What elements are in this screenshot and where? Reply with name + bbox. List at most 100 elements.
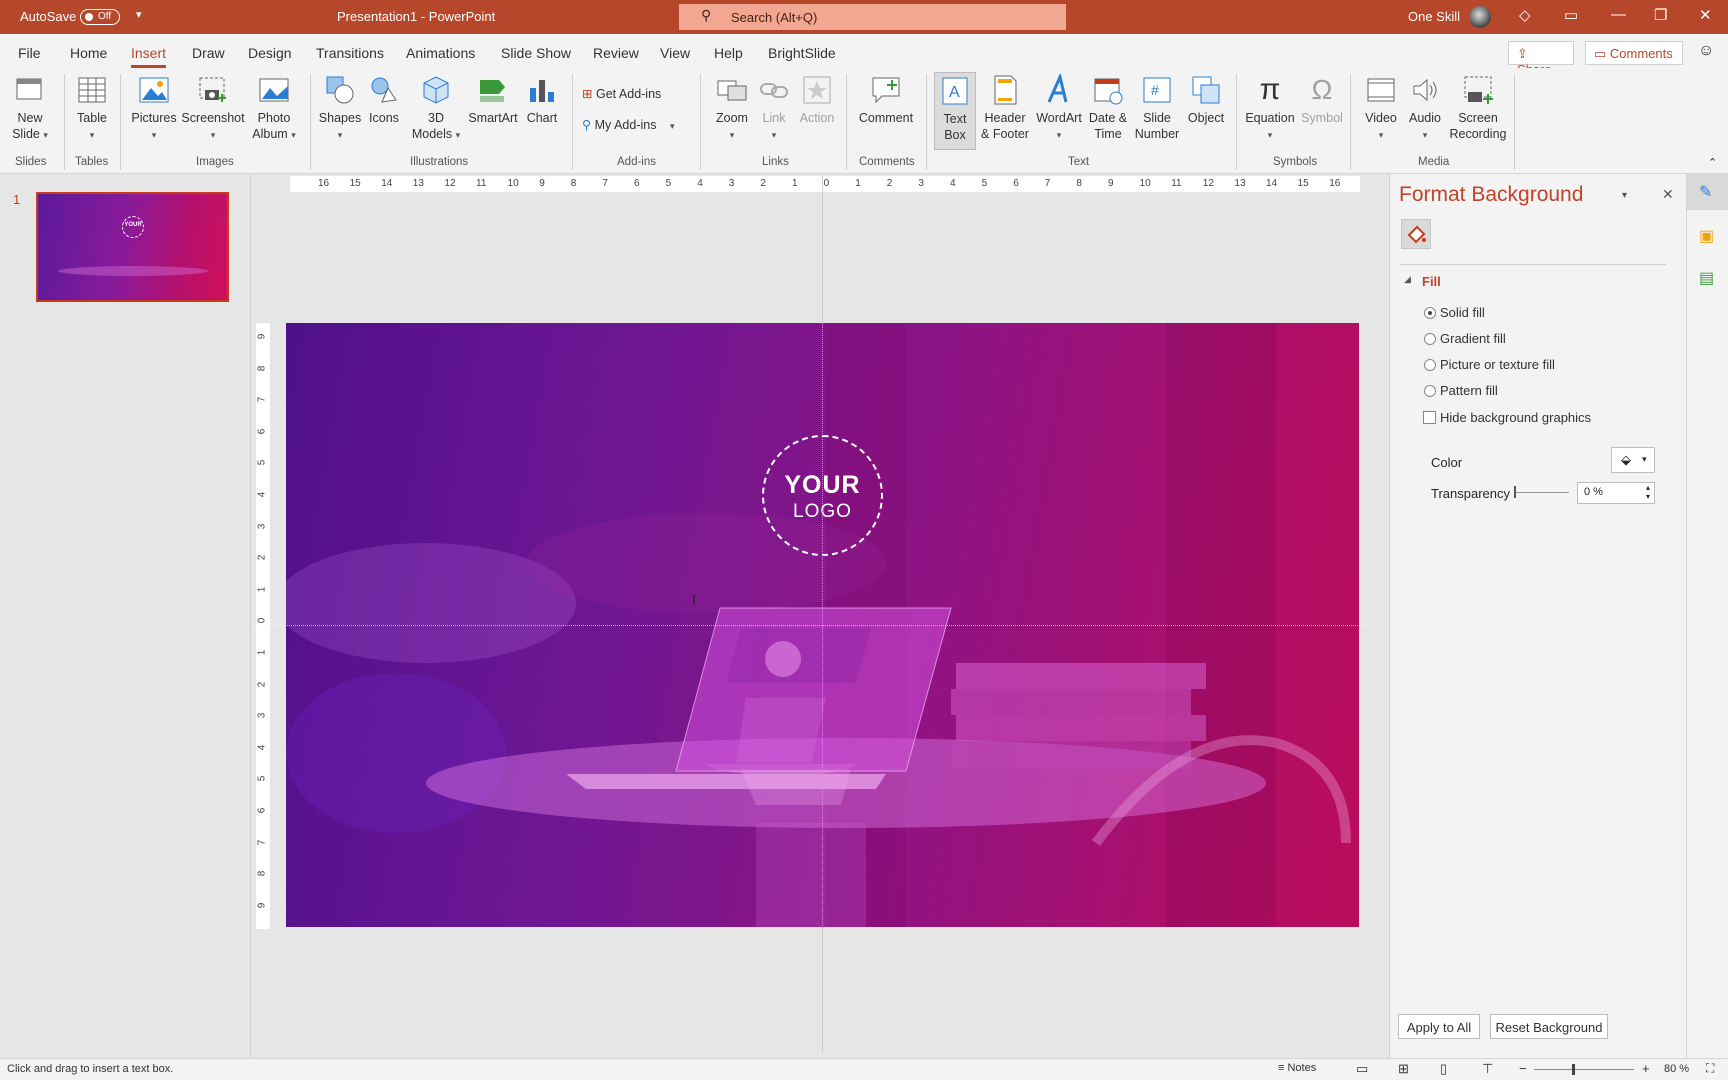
get-addins-button[interactable]: ⊞ Get Add-ins [582,86,661,101]
collapse-ribbon-icon[interactable]: ⌃ [1708,156,1717,169]
my-addins-button[interactable]: ⚲ My Add-ins ▾ [582,117,675,132]
header-footer-button[interactable]: Header & Footer [978,74,1032,142]
notes-button[interactable]: ≡ Notes [1278,1062,1316,1074]
tab-view[interactable]: View [660,45,690,61]
shapes-button[interactable]: Shapes ▾ [318,74,362,143]
horizontal-ruler[interactable]: 16 15 14 13 12 11 10 9 8 7 6 5 4 3 2 1 0 1 2 3 4 5 6 7 8 9 10 11 12 1… [290,176,1360,192]
user-name[interactable]: One Skill [1408,9,1460,24]
ruler-tick-label: 6 [1013,178,1019,189]
fill-line-icon[interactable] [1401,219,1431,249]
screen-recording-button[interactable]: Screen Recording [1448,74,1508,142]
smartart-button[interactable]: SmartArt [466,74,520,126]
audio-button[interactable]: Audio ▾ [1404,74,1446,143]
picture-fill-label[interactable]: Picture or texture fill [1440,357,1555,372]
avatar[interactable] [1469,6,1491,28]
equation-button[interactable]: π Equation ▾ [1242,74,1298,143]
tab-design[interactable]: Design [248,45,292,61]
search-box[interactable]: ⚲ Search (Alt+Q) [679,4,1066,30]
zoom-slider[interactable] [1534,1069,1634,1070]
tab-file[interactable]: File [18,45,41,61]
animation-pane-icon[interactable]: ▤ [1699,268,1714,288]
new-slide-button[interactable]: New Slide ▾ [10,74,50,143]
share-button[interactable]: ⇪ Share [1508,41,1574,77]
photo-album-button[interactable]: Photo Album ▾ [252,74,296,143]
tab-slide-show[interactable]: Slide Show [501,45,571,61]
slide-thumbnail[interactable]: YOUR [36,192,229,302]
vertical-guide[interactable] [822,176,823,1052]
symbol-button[interactable]: Ω Symbol [1300,74,1344,126]
restore-icon[interactable]: ❐ [1654,6,1667,24]
date-time-button[interactable]: Date & Time [1086,74,1130,142]
close-icon[interactable]: ✕ [1699,6,1712,24]
ribbon-display-icon[interactable]: ▭ [1564,6,1578,24]
tab-brightslide[interactable]: BrightSlide [768,45,836,61]
comments-button[interactable]: ▭ Comments [1585,41,1683,65]
link-button[interactable]: Link ▾ [756,74,792,143]
normal-view-icon[interactable]: ▭ [1356,1061,1368,1077]
action-button[interactable]: Action [796,74,838,126]
table-button[interactable]: Table ▾ [72,74,112,143]
spinner-icon[interactable]: ▴ ▾ [1646,483,1650,501]
zoom-slider-thumb[interactable] [1572,1064,1575,1075]
tab-draw[interactable]: Draw [192,45,225,61]
smiley-icon[interactable]: ☺ [1698,42,1714,60]
slideshow-view-icon[interactable]: ⊤ [1482,1061,1493,1077]
screenshot-button[interactable]: Screenshot ▾ [180,74,246,143]
vertical-ruler[interactable]: 9 8 7 6 5 4 3 2 1 0 1 2 3 4 5 6 7 8 9 [256,323,270,929]
video-button[interactable]: Video ▾ [1360,74,1402,143]
fill-section-header[interactable]: Fill [1422,274,1441,289]
comment-button[interactable]: Comment [856,74,916,126]
pattern-fill-label[interactable]: Pattern fill [1440,383,1498,398]
color-picker[interactable]: ⬙ ▾ [1611,447,1655,473]
icons-button[interactable]: Icons [364,74,404,126]
picture-fill-radio[interactable] [1424,359,1436,371]
text-box-button[interactable]: A Text Box [934,72,976,150]
zoom-level[interactable]: 80 % [1664,1063,1689,1075]
apply-to-all-button[interactable]: Apply to All [1398,1014,1480,1039]
designer-icon[interactable]: ▣ [1699,226,1714,246]
hide-graphics-checkbox[interactable] [1423,411,1436,424]
section-collapse-icon[interactable]: ◢ [1404,274,1411,285]
transparency-slider[interactable] [1514,492,1569,493]
tab-insert[interactable]: Insert [131,45,167,68]
pictures-button[interactable]: Pictures ▾ [130,74,178,143]
wordart-button[interactable]: WordArt ▾ [1034,72,1084,143]
tab-transitions[interactable]: Transitions [316,45,384,61]
slide-number-button[interactable]: # Slide Number [1132,74,1182,142]
ruler-tick-label: 12 [1202,178,1214,189]
reset-background-button[interactable]: Reset Background [1490,1014,1608,1039]
zoom-in-icon[interactable]: + [1642,1061,1650,1076]
object-button[interactable]: Object [1184,74,1228,126]
reading-view-icon[interactable]: ▯ [1440,1061,1447,1077]
fit-slide-icon[interactable]: ⛶ [1706,1061,1714,1076]
gradient-fill-label[interactable]: Gradient fill [1440,331,1506,346]
pane-options-icon[interactable]: ▾ [1622,190,1627,201]
zoom-button[interactable]: Zoom ▾ [710,74,754,143]
format-shape-tool[interactable]: ✎ [1687,174,1728,210]
zoom-out-icon[interactable]: − [1519,1061,1527,1076]
ruler-tick-label: 2 [256,681,268,687]
diamond-icon[interactable]: ◇ [1519,6,1531,24]
color-label: Color [1431,455,1463,470]
minimize-icon[interactable]: — [1611,6,1626,23]
hide-graphics-label[interactable]: Hide background graphics [1440,410,1591,425]
tab-review[interactable]: Review [593,45,639,61]
tab-home[interactable]: Home [70,45,107,61]
solid-fill-radio[interactable] [1424,307,1436,319]
qat-customize-icon[interactable]: ▾ [136,8,142,21]
transparency-input[interactable]: 0 % ▴ ▾ [1577,482,1655,504]
chart-button[interactable]: Chart [522,74,562,126]
tab-help[interactable]: Help [714,45,743,61]
horizontal-guide[interactable] [252,625,1372,626]
group-separator [926,74,927,170]
pattern-fill-radio[interactable] [1424,385,1436,397]
autosave-toggle[interactable]: Off [80,9,120,25]
tab-animations[interactable]: Animations [406,45,475,61]
solid-fill-label[interactable]: Solid fill [1440,305,1485,320]
gradient-fill-radio[interactable] [1424,333,1436,345]
pane-close-icon[interactable]: ✕ [1662,186,1674,203]
slide-sorter-icon[interactable]: ⊞ [1398,1061,1409,1077]
notes-label: Notes [1287,1062,1317,1074]
transparency-slider-thumb[interactable] [1514,486,1516,498]
3d-models-button[interactable]: 3D Models ▾ [408,74,464,143]
